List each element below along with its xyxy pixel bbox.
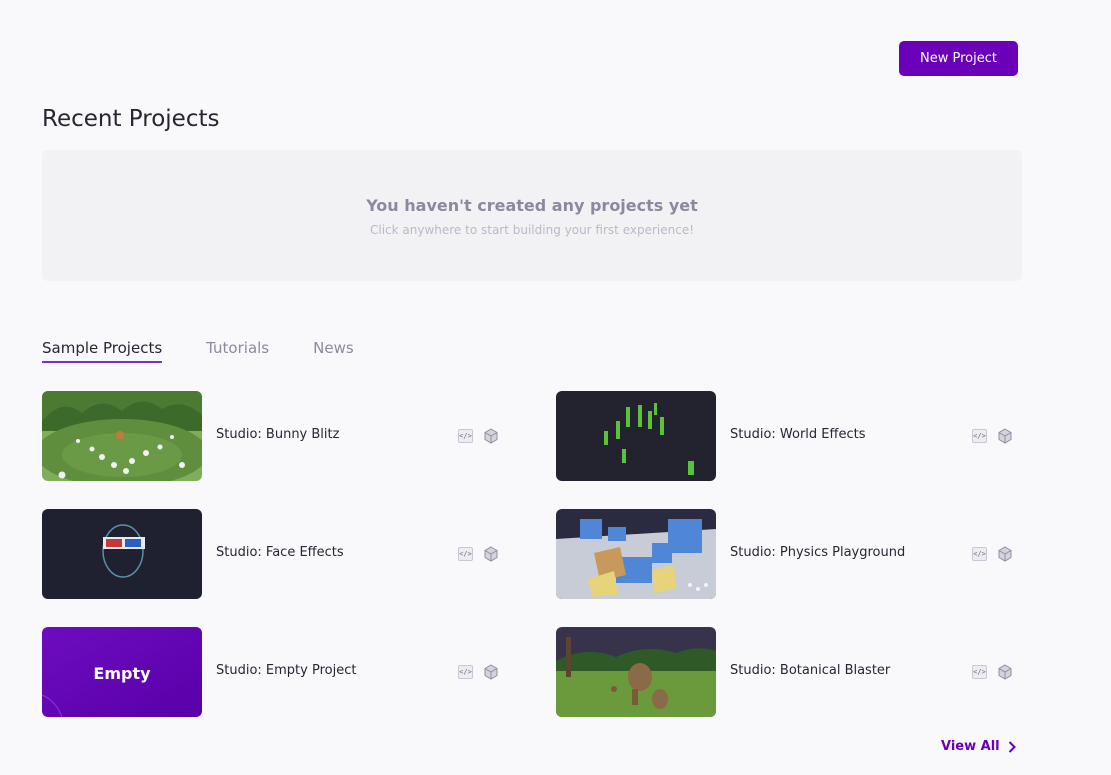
project-tabs: Sample Projects Tutorials News bbox=[42, 339, 398, 363]
code-icon[interactable]: </> bbox=[458, 665, 473, 679]
project-thumbnail: Empty bbox=[42, 627, 202, 717]
empty-state-title: You haven't created any projects yet bbox=[366, 196, 698, 215]
project-card-botanical-blaster[interactable]: Studio: Botanical Blaster </> bbox=[556, 627, 1016, 717]
cube-icon[interactable] bbox=[483, 428, 499, 444]
empty-state-subtitle: Click anywhere to start building your fi… bbox=[369, 223, 695, 237]
cube-icon[interactable] bbox=[997, 428, 1013, 444]
project-card-world-effects[interactable]: Studio: World Effects </> bbox=[556, 391, 1016, 481]
project-title: Studio: Bunny Blitz bbox=[216, 427, 340, 442]
code-icon[interactable]: </> bbox=[972, 429, 987, 443]
project-thumbnail bbox=[556, 509, 716, 599]
project-card-bunny-blitz[interactable]: Studio: Bunny Blitz </> bbox=[42, 391, 502, 481]
code-icon[interactable]: </> bbox=[972, 665, 987, 679]
code-icon[interactable]: </> bbox=[458, 429, 473, 443]
tab-news[interactable]: News bbox=[313, 339, 354, 363]
empty-thumbnail-label: Empty bbox=[93, 664, 151, 683]
view-all-link[interactable]: View All bbox=[941, 739, 1016, 754]
recent-projects-title: Recent Projects bbox=[42, 106, 220, 132]
cube-icon[interactable] bbox=[483, 546, 499, 562]
tab-sample-projects[interactable]: Sample Projects bbox=[42, 339, 163, 363]
project-card-empty-project[interactable]: Empty Studio: Empty Project </> bbox=[42, 627, 502, 717]
tab-tutorials[interactable]: Tutorials bbox=[206, 339, 269, 363]
empty-projects-panel[interactable]: You haven't created any projects yet Cli… bbox=[42, 150, 1022, 281]
code-icon[interactable]: </> bbox=[458, 547, 473, 561]
project-title: Studio: World Effects bbox=[730, 427, 866, 442]
project-title: Studio: Empty Project bbox=[216, 663, 357, 678]
view-all-label: View All bbox=[941, 739, 1000, 754]
cube-icon[interactable] bbox=[997, 546, 1013, 562]
project-thumbnail bbox=[556, 391, 716, 481]
chevron-right-icon bbox=[1008, 740, 1016, 753]
project-thumbnail bbox=[42, 391, 202, 481]
code-icon[interactable]: </> bbox=[972, 547, 987, 561]
project-title: Studio: Botanical Blaster bbox=[730, 663, 891, 678]
cube-icon[interactable] bbox=[483, 664, 499, 680]
project-title: Studio: Face Effects bbox=[216, 545, 344, 560]
project-thumbnail bbox=[556, 627, 716, 717]
project-card-physics-playground[interactable]: Studio: Physics Playground </> bbox=[556, 509, 1016, 599]
cube-icon[interactable] bbox=[997, 664, 1013, 680]
project-thumbnail bbox=[42, 509, 202, 599]
new-project-button[interactable]: New Project bbox=[899, 41, 1018, 76]
project-card-face-effects[interactable]: Studio: Face Effects </> bbox=[42, 509, 502, 599]
project-title: Studio: Physics Playground bbox=[730, 545, 906, 560]
